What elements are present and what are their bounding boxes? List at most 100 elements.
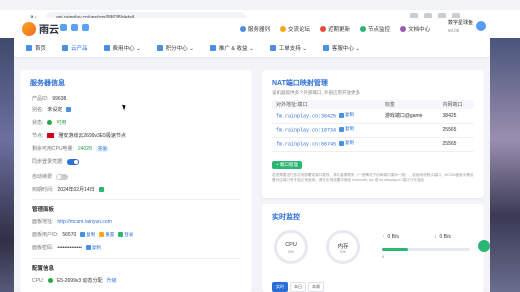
sync-credentials-toggle[interactable]	[67, 158, 80, 165]
sub-nav-label: 首页	[35, 45, 47, 52]
edit-icon[interactable]	[66, 107, 72, 112]
sub-nav-cloud[interactable]: 云产品	[62, 44, 88, 52]
monitor-card: 实时监控 CPU 0% 内存 0% ↑ 0 B/s ↓ 0 B/s 0 实时 本…	[262, 204, 484, 292]
top-nav-label: 服务器列	[248, 27, 271, 33]
ticket-icon	[269, 44, 276, 51]
sub-nav: 首页 云产品 费用中心 ⌄ 积分中心 ⌄ 推广 & 收益 ⌄ 工单支持 ⌄ 客服…	[14, 38, 490, 58]
headset-icon	[322, 44, 329, 51]
copy-icon	[339, 140, 345, 146]
top-nav-label: 交流论坛	[288, 27, 311, 33]
top-nav-forum[interactable]: 交流论坛	[280, 25, 310, 33]
site-logo[interactable]: 雨云	[22, 21, 59, 36]
login-label: 登录	[124, 231, 134, 237]
reset-icon	[99, 232, 105, 237]
sub-nav-label: 客服中心 ⌄	[331, 45, 360, 52]
traffic-recharge-tag[interactable]: 充值	[95, 145, 109, 152]
menu-icon[interactable]	[60, 24, 67, 31]
sub-nav-points[interactable]: 积分中心 ⌄	[156, 44, 194, 52]
login-icon	[118, 232, 124, 237]
bell-icon	[320, 26, 327, 32]
sub-nav-billing[interactable]: 费用中心 ⌄	[103, 44, 141, 52]
alias-label: 别名:	[32, 107, 44, 113]
user-name: 数字星球鱼	[448, 20, 474, 26]
panel-url-link[interactable]: http://mcsm.rainyun.com	[57, 219, 111, 225]
copy-icon	[339, 126, 345, 132]
header-icons	[60, 24, 89, 31]
expire-value: 2024年02月14日	[57, 187, 95, 193]
node-label: 节点:	[32, 133, 44, 139]
nat-address[interactable]: fm.rainplay.cn:38425	[276, 114, 336, 120]
column-header: 对外地址:端口	[272, 100, 381, 109]
grid-icon[interactable]	[82, 24, 89, 31]
top-nav-monitor[interactable]: 节点监控	[360, 25, 390, 33]
product-id-row: 产品ID: 99638	[32, 95, 67, 103]
net-bar	[382, 248, 470, 251]
panel-password-row: 面板密码: •••••••••••••• 复制	[32, 244, 101, 252]
sub-nav-support[interactable]: 客服中心 ⌄	[322, 44, 360, 52]
cloud-icon	[62, 44, 69, 51]
copy-button[interactable]: 复制	[339, 112, 354, 118]
sub-nav-tickets[interactable]: 工单支持 ⌄	[269, 44, 307, 52]
arrow-up-icon: ↑	[382, 234, 385, 240]
panel-password-label: 面板密码:	[32, 245, 54, 251]
sub-nav-label: 推广 & 收益 ⌄	[218, 45, 254, 52]
star-icon	[156, 44, 163, 51]
avatar[interactable]	[476, 21, 486, 31]
copy-label: 复制	[345, 141, 355, 147]
table-header-row: 对外地址:端口 标签 内网端口	[272, 100, 474, 109]
reset-button[interactable]: 重置	[99, 232, 114, 238]
copy-icon	[80, 232, 86, 237]
copy-button[interactable]: 复制	[339, 126, 354, 132]
top-nav-updates[interactable]: 近期更新	[320, 25, 350, 33]
flag-icon	[47, 133, 55, 138]
nat-description: 该机器提供多个外部端口, 外部应用开放更多	[272, 90, 360, 95]
copy-button[interactable]: 复制	[80, 232, 95, 238]
home-icon[interactable]	[71, 24, 78, 31]
nat-address[interactable]: fm.rainplay.cn:18734	[276, 128, 336, 134]
background-art-left	[0, 38, 14, 292]
net-in-value: 0 B/s	[387, 234, 399, 240]
table-row: fm.rainplay.cn:56745 复制 25565	[272, 137, 474, 152]
wallet-icon	[103, 44, 110, 51]
copy-label: 复制	[345, 127, 355, 133]
renew-icon[interactable]	[98, 187, 104, 192]
nat-address-cell: fm.rainplay.cn:18734 复制	[272, 123, 381, 138]
top-nav-docs[interactable]: 文档中心	[400, 25, 430, 33]
tab-realtime[interactable]: 实时	[272, 282, 288, 292]
expire-row: 到期时间: 2024年02月14日	[32, 186, 104, 193]
cpu-upgrade-link[interactable]: 升级	[107, 277, 117, 284]
logo-icon	[22, 21, 36, 36]
nat-label-cell	[380, 123, 439, 138]
net-out-value: 0 B/s	[439, 234, 451, 240]
copy-icon	[339, 112, 345, 118]
copy-button[interactable]: 复制	[339, 140, 354, 146]
user-menu[interactable]: 数字星球鱼 ¥0.00	[448, 20, 473, 34]
port-manage-button[interactable]: + 端口管理	[272, 161, 302, 169]
panel-user-row: 面板用户ID: 56570 复制 重置 登录	[32, 231, 133, 239]
nat-table: 对外地址:端口 标签 内网端口 fm.rainplay.cn:38425 复制 …	[272, 100, 474, 152]
copy-password-button[interactable]: 复制	[85, 245, 101, 251]
sub-nav-promo[interactable]: 推广 & 收益 ⌄	[209, 44, 254, 52]
auto-renew-toggle[interactable]	[56, 173, 69, 180]
top-nav-servers[interactable]: 服务器列	[240, 25, 270, 33]
nat-label-cell	[380, 137, 439, 152]
cpu-config-row: CPU: E5-2699v3 动态分配 升级	[32, 277, 117, 285]
sub-nav-home[interactable]: 首页	[26, 44, 46, 52]
product-id-value: 99638	[52, 95, 67, 102]
share-icon	[209, 44, 216, 51]
panel-url-row: 面板地址: http://mcsm.rainyun.com	[32, 218, 112, 226]
nat-port-cell: 25565	[438, 123, 474, 138]
nat-address[interactable]: fm.rainplay.cn:56745	[276, 142, 336, 148]
login-button[interactable]: 登录	[118, 232, 133, 238]
nat-address-cell: fm.rainplay.cn:56745 复制	[272, 137, 381, 152]
tab-today[interactable]: 本日	[290, 282, 306, 292]
status-value: 可用	[56, 120, 67, 126]
support-chat-button[interactable]	[478, 240, 490, 252]
sync-credentials-label: 同步登录凭据:	[32, 159, 64, 165]
node-row: 节点: 雅安游戏云2699v3E5极速节点	[32, 132, 126, 139]
auto-renew-label: 自动续费	[32, 174, 53, 180]
tab-week[interactable]: 本周	[308, 282, 324, 292]
traffic-label: 剩余可用CPU电量:	[32, 146, 74, 152]
traffic-row: 剩余可用CPU电量: 24028 充值	[32, 145, 109, 152]
tab-strip	[0, 0, 520, 10]
